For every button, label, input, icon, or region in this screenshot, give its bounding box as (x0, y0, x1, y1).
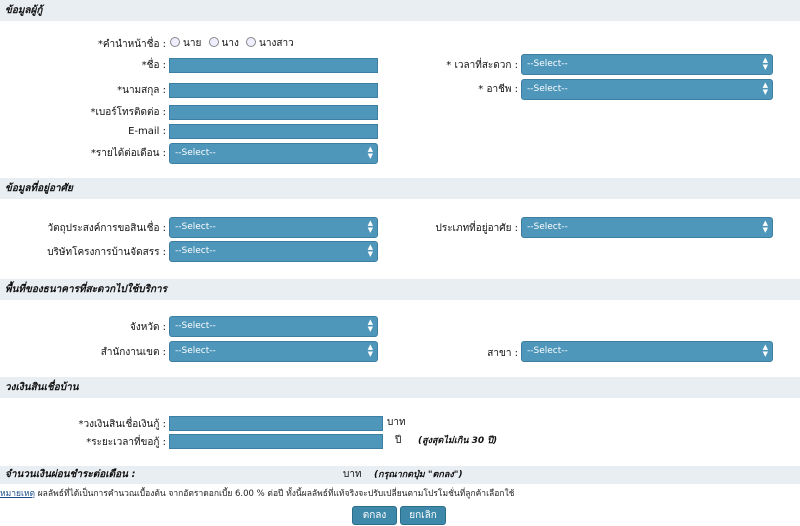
province-label: จังหวัด : (130, 322, 166, 333)
developer-select-value: --Select-- (175, 246, 216, 256)
occupation-select[interactable]: --Select-- ▲ ▼ (521, 79, 773, 100)
select-arrows-icon: ▲ ▼ (367, 318, 373, 333)
residence-type-select-value: --Select-- (527, 222, 568, 232)
loan-amount-unit: บาท (387, 417, 406, 428)
loan-amount-label: *วงเงินสินเชื่อเงินกู้ : (78, 419, 166, 430)
select-arrows-icon: ▲ ▼ (762, 343, 768, 358)
district-select[interactable]: --Select-- ▲ ▼ (169, 341, 378, 362)
select-arrows-icon: ▲ ▼ (762, 56, 768, 71)
select-arrows-icon: ▲ ▼ (367, 145, 373, 160)
income-select[interactable]: --Select-- ▲ ▼ (169, 143, 378, 164)
income-label: *รายได้ต่อเดือน : (90, 148, 166, 159)
title-option-miss: นางสาว (259, 38, 294, 49)
surname-label: *นามสกุล : (117, 85, 166, 96)
residence-type-select[interactable]: --Select-- ▲ ▼ (521, 217, 773, 238)
contact-time-select[interactable]: --Select-- ▲ ▼ (521, 54, 773, 75)
name-label: *ชื่อ : (141, 60, 166, 71)
contact-time-label: * เวลาที่สะดวก : (446, 60, 518, 71)
province-select-value: --Select-- (175, 321, 216, 331)
branch-label: สาขา : (487, 348, 518, 359)
email-label: E-mail : (128, 126, 166, 137)
branch-select[interactable]: --Select-- ▲ ▼ (521, 341, 773, 362)
loan-amount-input[interactable] (169, 416, 383, 431)
section-header-residence: ข้อมูลที่อยู่อาศัย (0, 178, 800, 199)
residence-type-label: ประเภทที่อยู่อาศัย : (435, 223, 518, 234)
select-arrows-icon: ▲ ▼ (762, 219, 768, 234)
district-label: สำนักงานเขต : (100, 347, 166, 358)
income-select-value: --Select-- (175, 148, 216, 158)
section-header-loan: วงเงินสินเชื่อบ้าน (0, 377, 800, 398)
loan-term-note: (สูงสุดไม่เกิน 30 ปี) (418, 436, 498, 446)
developer-label: บริษัทโครงการบ้านจัดสรร : (47, 247, 166, 258)
purpose-select[interactable]: --Select-- ▲ ▼ (169, 217, 378, 238)
phone-label: *เบอร์โทรติดต่อ : (90, 107, 166, 118)
note-line: หมายเหตุ ผลลัพธ์ที่ได้เป็นการคำนวณเบื้อง… (0, 486, 514, 502)
result-hint: (กรุณากดปุ่ม "ตกลง") (374, 470, 463, 480)
name-input[interactable] (169, 58, 378, 73)
branch-select-value: --Select-- (527, 346, 568, 356)
purpose-label: วัตถุประสงค์การขอสินเชื่อ : (47, 223, 166, 234)
cancel-button[interactable]: ยกเลิก (400, 506, 446, 525)
note-text: ผลลัพธ์ที่ได้เป็นการคำนวณเบื้องต้น จากอั… (37, 489, 515, 499)
occupation-select-value: --Select-- (527, 84, 568, 94)
select-arrows-icon: ▲ ▼ (367, 219, 373, 234)
phone-input[interactable] (169, 105, 378, 120)
loan-term-unit: ปี (395, 435, 402, 446)
result-bar: จำนวนเงินผ่อนชำระต่อเดือน : บาท (กรุณากด… (0, 466, 800, 484)
surname-input[interactable] (169, 83, 378, 98)
note-link[interactable]: หมายเหตุ (0, 489, 35, 499)
title-radio-group: นาย นาง นางสาว (166, 36, 294, 52)
section-header-borrower: ข้อมูลผู้กู้ (0, 0, 800, 21)
title-radio-mr[interactable] (170, 37, 180, 47)
purpose-select-value: --Select-- (175, 222, 216, 232)
contact-time-select-value: --Select-- (527, 59, 568, 69)
title-label: *คำนำหน้าชื่อ : (97, 39, 166, 50)
email-input[interactable] (169, 124, 378, 139)
title-option-mrs: นาง (221, 38, 239, 49)
result-label: จำนวนเงินผ่อนชำระต่อเดือน : (5, 469, 136, 480)
section-header-branch: พื้นที่ของธนาคารที่สะดวกไปใช้บริการ (0, 279, 800, 300)
title-radio-mrs[interactable] (208, 37, 219, 47)
loan-term-label: *ระยะเวลาที่ขอกู้ : (86, 437, 166, 448)
district-select-value: --Select-- (175, 346, 216, 356)
loan-term-input[interactable] (169, 434, 383, 449)
select-arrows-icon: ▲ ▼ (367, 343, 373, 358)
select-arrows-icon: ▲ ▼ (367, 243, 373, 258)
title-option-mr: นาย (183, 38, 202, 49)
title-radio-miss[interactable] (246, 37, 257, 47)
occupation-label: * อาชีพ : (478, 84, 518, 95)
result-unit: บาท (343, 469, 362, 480)
province-select[interactable]: --Select-- ▲ ▼ (169, 316, 378, 337)
select-arrows-icon: ▲ ▼ (762, 81, 768, 96)
ok-button[interactable]: ตกลง (352, 506, 397, 525)
developer-select[interactable]: --Select-- ▲ ▼ (169, 241, 378, 262)
